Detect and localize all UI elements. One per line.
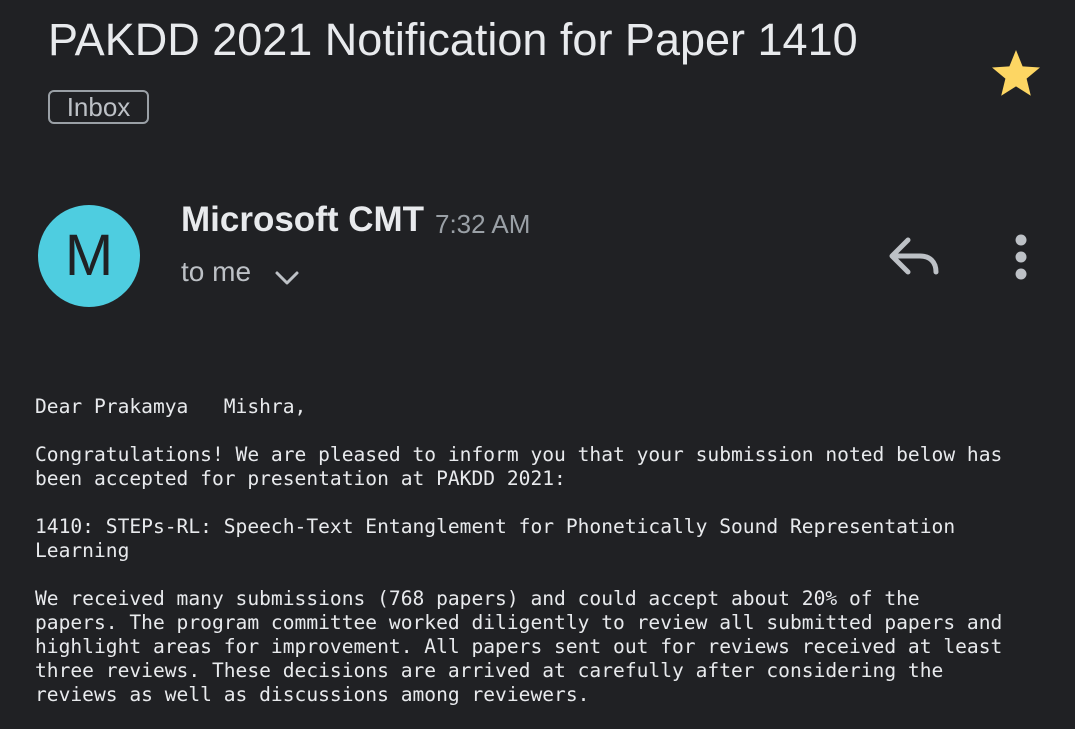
star-icon[interactable] (988, 46, 1044, 102)
recipient-summary[interactable]: to me (181, 256, 251, 288)
body-line: Dear Prakamya Mishra, (35, 395, 307, 418)
body-line: papers. The program committee worked dil… (35, 611, 1003, 634)
paragraph-acceptance: Congratulations! We are pleased to infor… (35, 443, 1065, 491)
chevron-down-icon[interactable] (274, 268, 300, 288)
body-line: Learning (35, 539, 130, 562)
paragraph-paper-title: 1410: STEPs-RL: Speech-Text Entanglement… (35, 515, 1065, 563)
body-line: reviews as well as discussions among rev… (35, 683, 590, 706)
sender-name: Microsoft CMT (181, 200, 425, 239)
email-body: Dear Prakamya Mishra, Congratulations! W… (35, 395, 1065, 729)
email-timestamp: 7:32 AM (435, 209, 531, 239)
sender-avatar[interactable]: M (38, 205, 140, 307)
more-options-button[interactable] (1002, 232, 1040, 282)
paragraph-review-process: We received many submissions (768 papers… (35, 587, 1065, 707)
body-line: 1410: STEPs-RL: Speech-Text Entanglement… (35, 515, 956, 538)
inbox-label-chip[interactable]: Inbox (48, 90, 149, 124)
body-line: highlight areas for improvement. All pap… (35, 635, 1003, 658)
greeting: Dear Prakamya Mishra, (35, 395, 1065, 419)
reply-icon (889, 237, 939, 275)
body-line: We received many submissions (768 papers… (35, 587, 920, 610)
email-view: PAKDD 2021 Notification for Paper 1410 I… (0, 0, 1075, 729)
body-line: three reviews. These decisions are arriv… (35, 659, 944, 682)
body-line: been accepted for presentation at PAKDD … (35, 467, 566, 490)
more-vert-icon (1015, 234, 1027, 280)
email-subject: PAKDD 2021 Notification for Paper 1410 (48, 14, 858, 65)
body-line: Congratulations! We are pleased to infor… (35, 443, 1003, 466)
reply-button[interactable] (886, 232, 944, 282)
